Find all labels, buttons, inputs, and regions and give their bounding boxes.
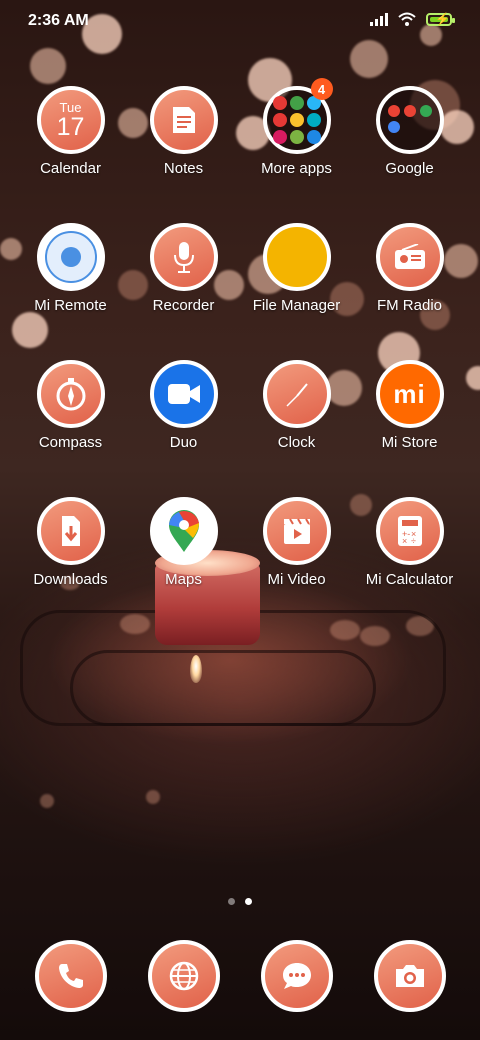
compass-icon xyxy=(36,360,105,428)
wifi-icon xyxy=(398,12,416,26)
app-label: Google xyxy=(385,160,434,177)
google-folder-icon xyxy=(375,86,444,154)
app-compass[interactable]: Compass xyxy=(14,360,127,451)
remote-icon xyxy=(36,223,105,291)
app-notes[interactable]: Notes xyxy=(127,86,240,177)
app-label: More apps xyxy=(261,160,332,177)
phone-icon xyxy=(34,940,107,1012)
app-label: Mi Video xyxy=(267,571,326,588)
app-file-manager[interactable]: File Manager xyxy=(240,223,353,314)
calendar-icon: Tue 17 xyxy=(36,86,105,154)
page-indicator xyxy=(0,898,480,905)
app-label: Maps xyxy=(165,571,202,588)
battery-charging-icon: ⚡ xyxy=(426,12,455,26)
app-downloads[interactable]: Downloads xyxy=(14,497,127,588)
messages-icon xyxy=(260,940,333,1012)
notification-badge: 4 xyxy=(310,78,333,100)
app-label: Recorder xyxy=(152,297,215,314)
maps-pin-icon xyxy=(149,497,218,565)
page-dot-active xyxy=(245,898,252,905)
app-label: File Manager xyxy=(252,297,341,314)
app-mi-remote[interactable]: Mi Remote xyxy=(14,223,127,314)
calculator-icon: +- × × ÷ xyxy=(375,497,444,565)
app-label: Calendar xyxy=(40,160,101,177)
microphone-icon xyxy=(149,223,218,291)
calendar-date: 17 xyxy=(56,112,85,141)
download-icon xyxy=(36,497,105,565)
app-folder-google[interactable]: Google xyxy=(353,86,466,177)
app-label: Mi Store xyxy=(381,434,438,451)
app-label: Downloads xyxy=(33,571,108,588)
app-label: Mi Calculator xyxy=(365,571,454,588)
app-calendar[interactable]: Tue 17 Calendar xyxy=(14,86,127,177)
folder-icon: 4 xyxy=(262,78,333,154)
app-clock[interactable]: Clock xyxy=(240,360,353,451)
app-label: Notes xyxy=(163,160,204,177)
file-manager-icon xyxy=(262,223,331,291)
app-folder-more-apps[interactable]: 4 More apps xyxy=(240,78,353,177)
mi-logo-icon: mi xyxy=(375,360,444,428)
duo-video-icon xyxy=(149,360,218,428)
app-recorder[interactable]: Recorder xyxy=(127,223,240,314)
browser-icon xyxy=(147,940,220,1012)
video-clapper-icon xyxy=(262,497,331,565)
dock-messages[interactable] xyxy=(240,940,353,1012)
clock-icon xyxy=(262,360,331,428)
app-mi-video[interactable]: Mi Video xyxy=(240,497,353,588)
svg-text:÷: ÷ xyxy=(411,536,416,546)
svg-text:×: × xyxy=(402,536,407,546)
radio-icon xyxy=(375,223,444,291)
dock-browser[interactable] xyxy=(127,940,240,1012)
notes-icon xyxy=(149,86,218,154)
calendar-day: Tue xyxy=(59,99,82,115)
app-mi-calculator[interactable]: +- × × ÷ Mi Calculator xyxy=(353,497,466,588)
app-label: Mi Remote xyxy=(34,297,107,314)
app-duo[interactable]: Duo xyxy=(127,360,240,451)
app-label: Compass xyxy=(38,434,103,451)
app-maps[interactable]: Maps xyxy=(127,497,240,588)
camera-icon xyxy=(373,940,446,1012)
status-time: 2:36 AM xyxy=(28,12,89,29)
page-dot xyxy=(228,898,235,905)
mi-logo-text: mi xyxy=(393,378,426,409)
dock-phone[interactable] xyxy=(14,940,127,1012)
signal-icon xyxy=(370,12,388,26)
app-fm-radio[interactable]: FM Radio xyxy=(353,223,466,314)
app-mi-store[interactable]: mi Mi Store xyxy=(353,360,466,451)
app-label: Duo xyxy=(169,434,198,451)
app-label: Clock xyxy=(277,434,316,451)
dock-camera[interactable] xyxy=(353,940,466,1012)
status-bar: 2:36 AM ⚡ xyxy=(0,0,480,44)
app-label: FM Radio xyxy=(376,297,443,314)
